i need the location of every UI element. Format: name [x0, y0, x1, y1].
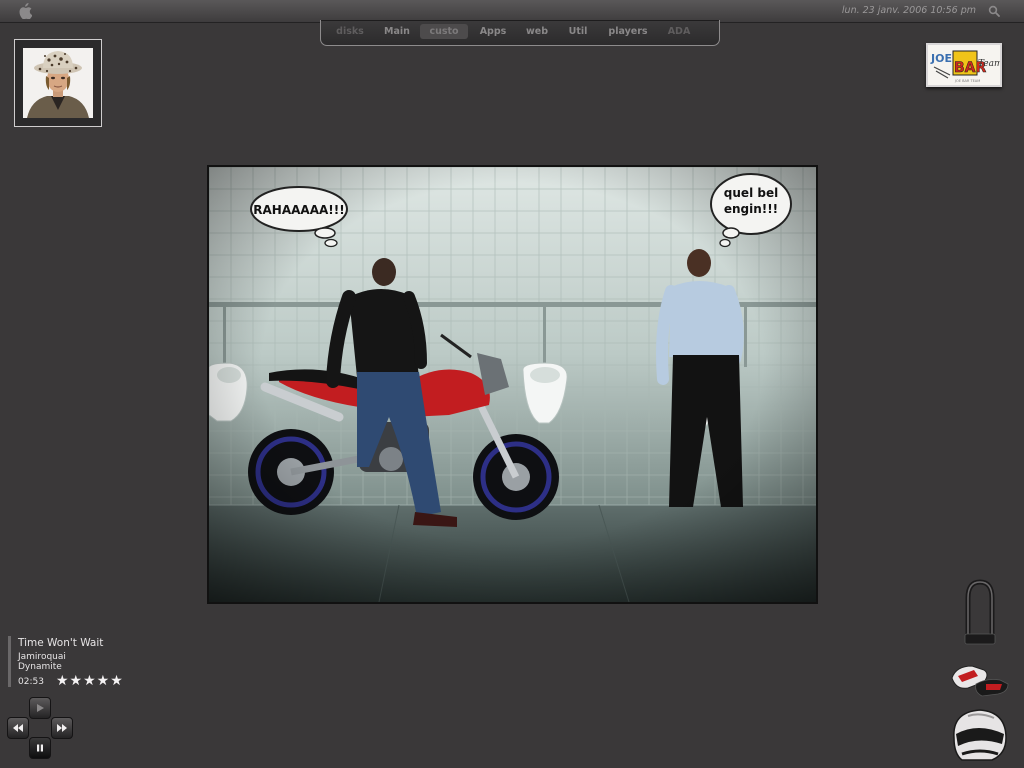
svg-text:JOE: JOE — [930, 52, 952, 65]
tab-dock: disks Main custo Apps web Util players A… — [320, 20, 720, 46]
pause-button[interactable] — [29, 737, 51, 759]
rewind-icon — [13, 724, 23, 732]
svg-text:JOE BAR TEAM: JOE BAR TEAM — [954, 79, 980, 83]
restroom-scene: RAHAAAAA!!! quel bel engin!!! — [209, 167, 816, 602]
track-album: Dynamite — [18, 662, 62, 672]
logo-graphic: JOE BAR Team JOE BAR TEAM — [928, 45, 1003, 85]
play-icon — [37, 704, 44, 712]
fast-forward-icon — [57, 724, 67, 732]
fast-forward-button[interactable] — [51, 717, 73, 739]
tab-util[interactable]: Util — [560, 24, 596, 39]
gloves-icon[interactable] — [946, 660, 1012, 700]
track-artist: Jamiroquai — [18, 652, 66, 662]
left-bubble-text: RAHAAAAA!!! — [253, 203, 344, 217]
right-bubble-line2: engin!!! — [724, 202, 778, 216]
tab-web[interactable]: web — [518, 24, 556, 39]
tab-main[interactable]: Main — [375, 24, 419, 39]
wallpaper-photo: RAHAAAAA!!! quel bel engin!!! — [207, 165, 818, 604]
right-bubble-line1: quel bel — [724, 186, 778, 200]
search-icon[interactable] — [988, 5, 1000, 17]
track-time: 02:53 — [18, 677, 44, 687]
tab-ada[interactable]: ADA — [659, 24, 699, 39]
play-button[interactable] — [29, 697, 51, 719]
tab-apps[interactable]: Apps — [472, 24, 514, 39]
track-title: Time Won't Wait — [18, 637, 104, 649]
rewind-button[interactable] — [7, 717, 29, 739]
avatar-photo — [23, 48, 93, 118]
apple-icon[interactable] — [18, 3, 32, 19]
joe-bar-team-logo[interactable]: JOE BAR Team JOE BAR TEAM — [926, 43, 1003, 87]
track-rating[interactable]: ★★★★★ — [56, 673, 124, 689]
pause-icon — [37, 744, 43, 752]
lock-icon[interactable] — [962, 578, 998, 648]
now-playing-accent — [8, 636, 11, 687]
menu-clock[interactable]: lun. 23 janv. 2006 10:56 pm — [842, 5, 976, 16]
tab-custo[interactable]: custo — [420, 24, 468, 39]
svg-text:Team: Team — [978, 59, 1000, 69]
tab-disks[interactable]: disks — [329, 24, 371, 39]
helmet-icon[interactable] — [948, 704, 1010, 764]
user-avatar[interactable] — [14, 39, 102, 127]
tab-players[interactable]: players — [601, 24, 655, 39]
